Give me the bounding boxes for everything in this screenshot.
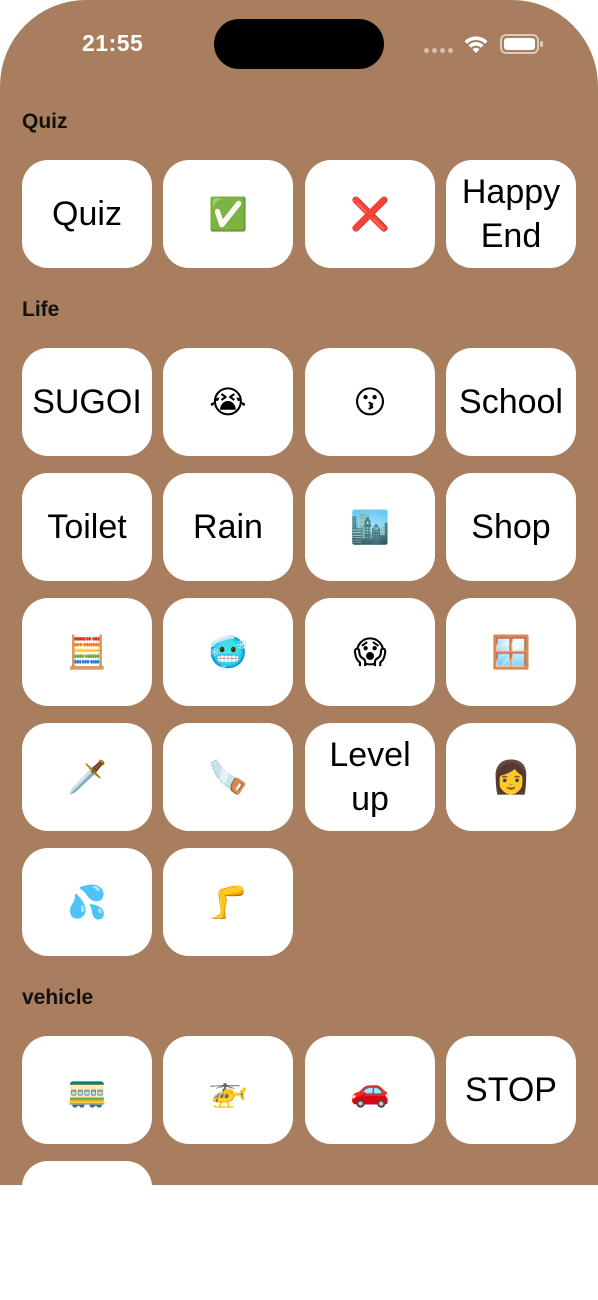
sound-tile[interactable]: Quiz [22,160,152,268]
sound-tile[interactable]: 🪚 [163,723,293,831]
sound-tile[interactable]: Shop [446,473,576,581]
sound-tile[interactable]: 🚃 [22,1036,152,1144]
cold-face-icon: 🥶 [208,634,248,670]
sound-tile[interactable]: Level up [305,723,435,831]
sound-tile[interactable]: 💦 [22,848,152,956]
crying-face-icon: 😭 [209,384,247,420]
sound-tile[interactable]: STOP [446,1036,576,1144]
cellular-signal-icon [424,48,454,53]
tile-label: Toilet [47,508,127,546]
section-title: Life [22,298,60,321]
sound-tile[interactable]: Toilet [22,473,152,581]
tile-label: School [459,383,563,421]
section-title: vehicle [22,986,94,1009]
car-icon: 🚗 [350,1072,390,1108]
sound-tile[interactable]: 🚗 [305,1036,435,1144]
sound-tile[interactable] [22,1161,152,1185]
sound-tile[interactable]: 😭 [163,348,293,456]
saw-icon: 🪚 [208,759,248,795]
screaming-face-icon: 😱 [353,634,387,670]
sound-tile[interactable]: ❌ [305,160,435,268]
sound-tile[interactable]: School [446,348,576,456]
sound-tile[interactable]: 👩 [446,723,576,831]
sound-tile[interactable]: 🚁 [163,1036,293,1144]
woman-icon: 👩 [491,759,531,795]
sound-tile[interactable]: 😱 [305,598,435,706]
sound-tile[interactable]: ✅ [163,160,293,268]
wifi-icon [464,36,488,53]
abacus-icon: 🧮 [67,634,107,670]
sound-tile[interactable]: 🦵 [163,848,293,956]
tile-label: STOP [465,1071,557,1109]
leg-icon: 🦵 [208,884,248,920]
status-bar: 21:55 [0,0,598,90]
tile-label: Shop [471,508,551,546]
battery-icon [500,34,543,54]
sweat-droplets-icon: 💦 [67,884,107,920]
sound-tile[interactable]: 🪟 [446,598,576,706]
sound-tile[interactable]: 🧮 [22,598,152,706]
helicopter-icon: 🚁 [208,1072,248,1108]
tile-label: Rain [193,508,263,546]
dagger-icon: 🗡️ [67,759,107,795]
sound-tile[interactable]: Happy End [446,160,576,268]
cross-mark-icon: ❌ [350,196,390,232]
home-area [0,1185,598,1300]
kissing-face-icon: 😗 [353,384,387,420]
sound-tile[interactable]: 😗 [305,348,435,456]
cityscape-icon: 🏙️ [350,509,390,545]
sound-tile[interactable]: Rain [163,473,293,581]
sound-tile[interactable]: 🥶 [163,598,293,706]
status-time: 21:55 [82,30,144,56]
sound-tile[interactable]: SUGOI [22,348,152,456]
check-mark-icon: ✅ [208,196,248,232]
tile-label: SUGOI [32,383,142,421]
tile-label: Happy End [461,173,561,255]
dynamic-island [214,19,384,69]
train-car-icon: 🚃 [67,1072,107,1108]
section-title: Quiz [22,110,68,133]
tile-label: Level up [329,736,411,818]
window-icon: 🪟 [491,634,531,670]
sound-tile[interactable]: 🗡️ [22,723,152,831]
tile-label: Quiz [52,195,122,233]
app-screen: 21:55 Quiz Quiz ✅ ❌ Happy End Life SUGOI 😭 😗 Scho… [0,0,598,1185]
sound-tile[interactable]: 🏙️ [305,473,435,581]
